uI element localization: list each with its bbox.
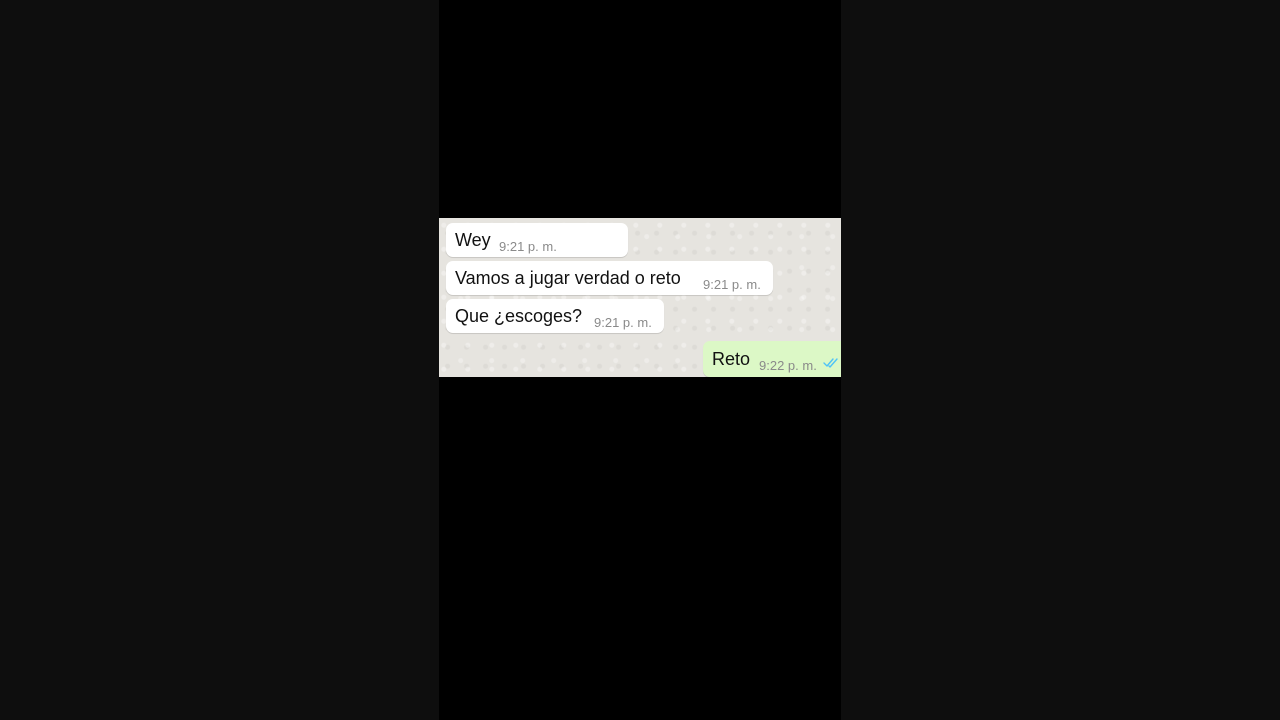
message-timestamp: 9:22 p. m. [759,358,817,373]
video-frame: Wey 9:21 p. m. Vamos a jugar verdad o re… [0,0,1280,720]
outgoing-message-bubble[interactable]: Reto 9:22 p. m. [703,341,841,377]
message-text: Reto [712,349,751,369]
incoming-message-bubble[interactable]: Que ¿escoges? 9:21 p. m. [446,299,664,333]
message-timestamp: 9:21 p. m. [703,277,761,292]
message-text: Wey [455,230,491,250]
incoming-message-bubble[interactable]: Wey 9:21 p. m. [446,223,628,257]
phone-screen: Wey 9:21 p. m. Vamos a jugar verdad o re… [439,0,841,720]
incoming-message-bubble[interactable]: Vamos a jugar verdad o reto 9:21 p. m. [446,261,773,295]
chat-conversation[interactable]: Wey 9:21 p. m. Vamos a jugar verdad o re… [439,218,841,377]
message-timestamp: 9:21 p. m. [499,239,557,254]
message-text: Que ¿escoges? [455,306,583,326]
message-timestamp: 9:21 p. m. [594,315,652,330]
message-text: Vamos a jugar verdad o reto [455,268,681,288]
double-check-read-icon [823,358,838,368]
